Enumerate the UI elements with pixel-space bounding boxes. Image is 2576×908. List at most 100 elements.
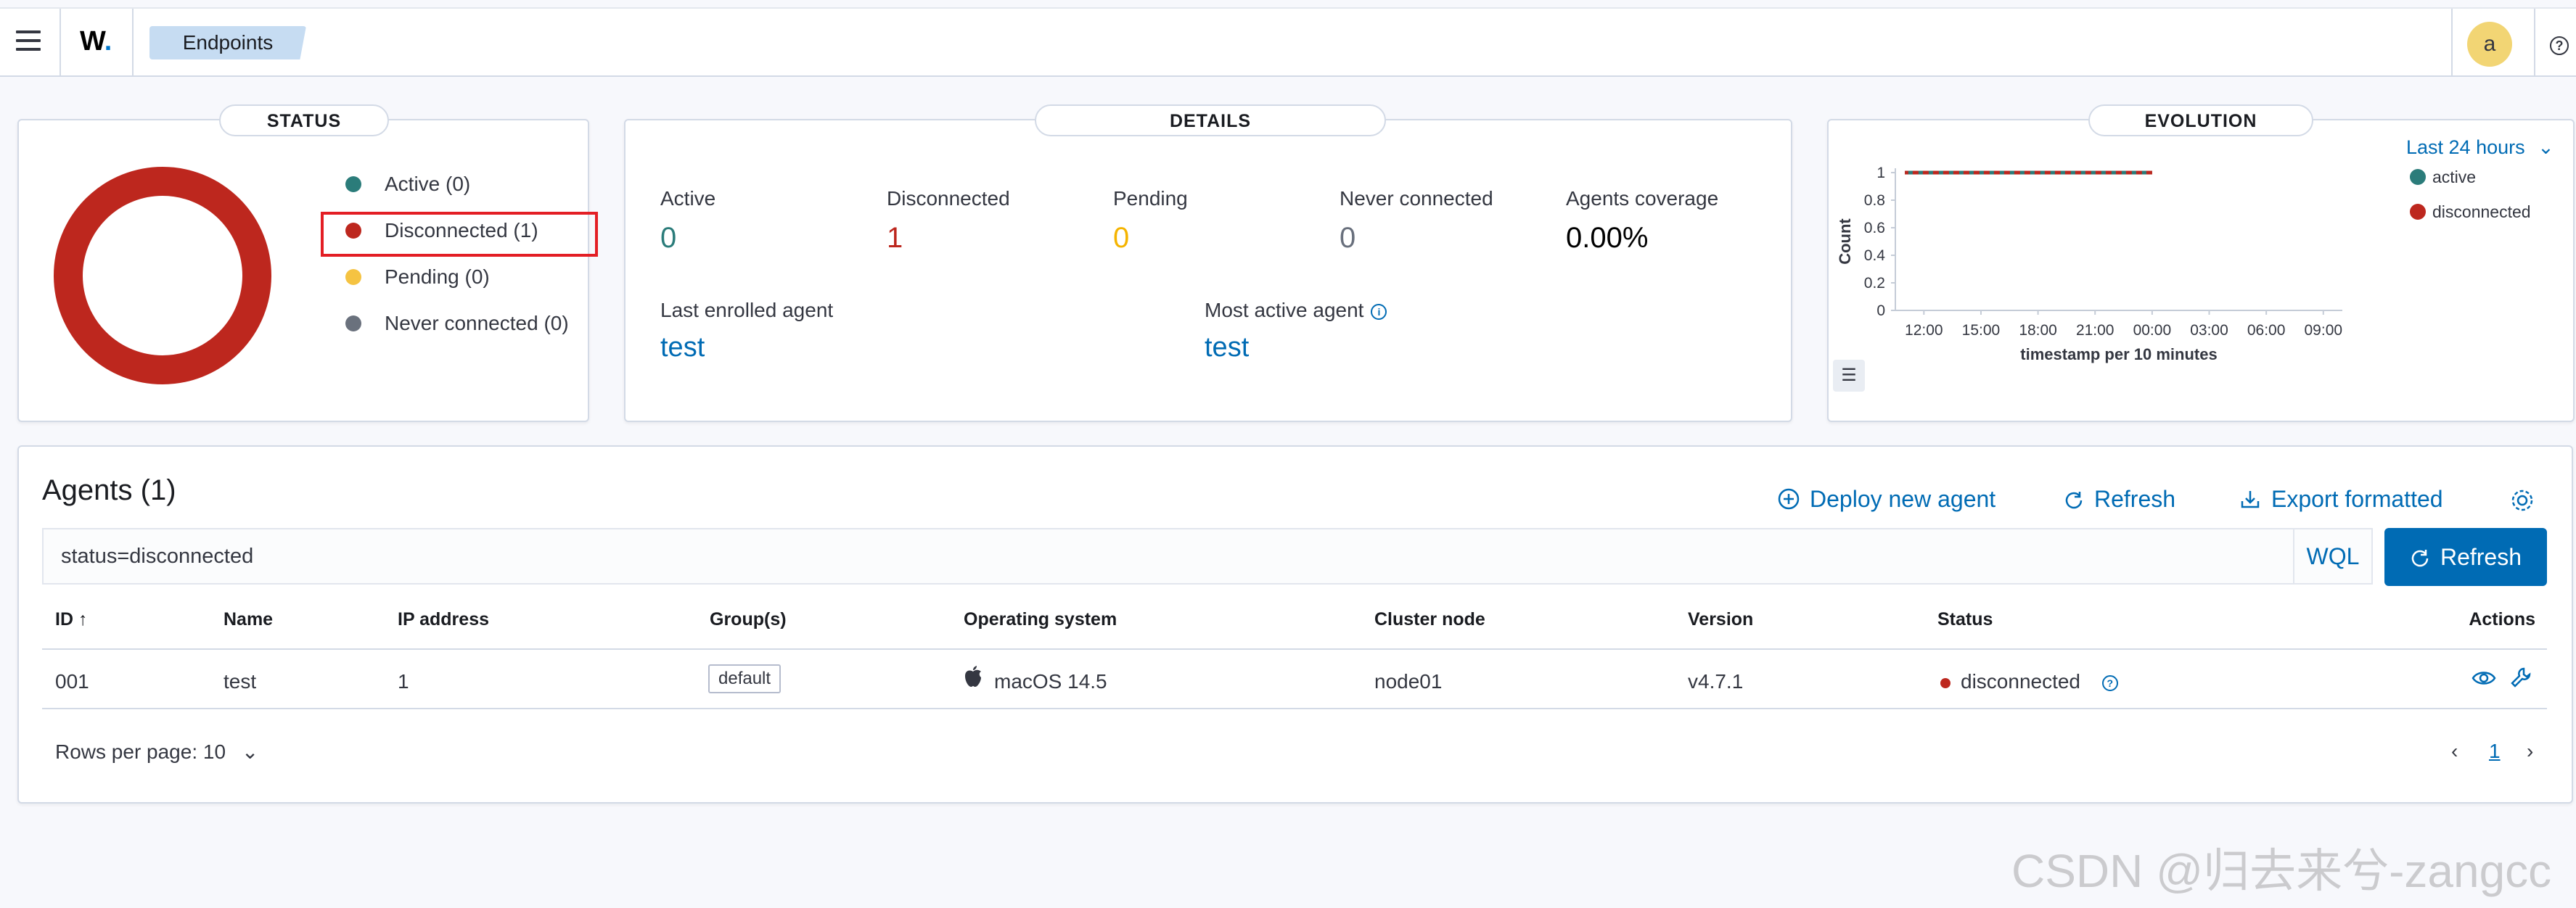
status-panel: STATUS Active (0) Disconnected (1) Pendi… <box>17 104 598 422</box>
stat-value-disconnected[interactable]: 1 <box>887 222 903 255</box>
chevron-down-icon: ⌄ <box>241 740 259 763</box>
cell-ip: 1 <box>398 670 409 693</box>
x-tick-label: 06:00 <box>2247 322 2286 339</box>
chevron-left-icon[interactable]: ‹ <box>2451 740 2458 763</box>
refresh-icon <box>2411 550 2429 567</box>
x-tick-label: 18:00 <box>2019 322 2057 339</box>
column-header-id[interactable]: ID ↑ <box>55 609 87 630</box>
breadcrumb-endpoints[interactable]: Endpoints <box>149 26 306 59</box>
last-enrolled-agent-link[interactable]: test <box>660 332 705 363</box>
stat-value-pending[interactable]: 0 <box>1113 222 1129 255</box>
divider <box>60 9 61 77</box>
x-tick-label: 21:00 <box>2076 322 2114 339</box>
x-tick-label: 03:00 <box>2190 322 2228 339</box>
column-header-version[interactable]: Version <box>1688 609 1753 630</box>
page-1-button[interactable]: 1 <box>2489 740 2501 763</box>
stat-value-active[interactable]: 0 <box>660 222 676 255</box>
help-icon[interactable]: ? <box>2550 36 2569 55</box>
avatar[interactable]: a <box>2467 22 2512 67</box>
x-tick-label: 15:00 <box>1962 322 2001 339</box>
legend-dot <box>345 176 361 192</box>
refresh-icon <box>2064 486 2084 513</box>
cell-name: test <box>223 670 257 693</box>
cell-id: 001 <box>55 670 89 693</box>
search-bar: WQL <box>42 528 2373 585</box>
watermark: CSDN @归去来兮-zangcc <box>2011 845 2552 897</box>
column-header-name[interactable]: Name <box>223 609 273 630</box>
stat-label-agents-coverage: Agents coverage <box>1566 187 1719 210</box>
x-tick-label: 09:00 <box>2305 322 2343 339</box>
cell-version: v4.7.1 <box>1688 670 1744 693</box>
deploy-new-agent-button[interactable]: Deploy new agent <box>1778 486 1995 513</box>
divider <box>42 648 2547 650</box>
cell-status: disconnected ? <box>1940 670 2118 693</box>
chevron-right-icon[interactable]: › <box>2527 740 2533 763</box>
rows-per-page-select[interactable]: Rows per page: 10 ⌄ <box>55 740 258 764</box>
export-formatted-button[interactable]: Export formatted <box>2239 486 2443 513</box>
wql-toggle[interactable]: WQL <box>2293 529 2371 583</box>
column-header-ip[interactable]: IP address <box>398 609 489 630</box>
y-axis-label: Count <box>1836 218 1854 265</box>
column-header-os[interactable]: Operating system <box>964 609 1117 630</box>
wrench-icon[interactable] <box>2509 666 2532 693</box>
group-badge[interactable]: default <box>708 664 782 693</box>
help-icon[interactable]: ? <box>2101 674 2118 691</box>
column-header-status[interactable]: Status <box>1937 609 1993 630</box>
evolution-chart: 0 0.2 0.4 0.6 0.8 1 12:00 15:00 18:00 21:00 00:00 0… <box>1836 165 2531 363</box>
refresh-button[interactable]: Refresh <box>2384 528 2547 586</box>
y-tick-label: 0.6 <box>1864 220 1885 236</box>
x-tick-label: 12:00 <box>1905 322 1943 339</box>
panel-title: DETAILS <box>1035 104 1386 136</box>
status-dot <box>1940 677 1951 688</box>
legend-toggle-icon[interactable]: ☰ <box>1833 360 1865 392</box>
info-icon[interactable]: i <box>1371 303 1387 320</box>
y-tick-label: 0.4 <box>1864 247 1886 264</box>
x-tick-label: 00:00 <box>2133 322 2172 339</box>
stat-label-disconnected: Disconnected <box>887 187 1010 210</box>
panel-title: STATUS <box>219 104 389 136</box>
legend-dot <box>345 315 361 331</box>
legend-dot <box>345 269 361 285</box>
stat-label-never-connected: Never connected <box>1340 187 1493 210</box>
divider <box>132 9 134 77</box>
cell-cluster-node: node01 <box>1374 670 1443 693</box>
gear-icon[interactable] <box>2509 487 2535 517</box>
search-input[interactable] <box>44 529 2271 583</box>
divider <box>2451 9 2453 77</box>
evolution-panel: EVOLUTION Last 24 hours ⌄ 0 0.2 0.4 0.6 0.8 1… <box>1827 104 2575 422</box>
stat-value-never-connected[interactable]: 0 <box>1340 222 1355 255</box>
y-tick-label: 1 <box>1876 165 1885 181</box>
apple-icon <box>964 666 983 693</box>
stat-label-active: Active <box>660 187 716 210</box>
legend-dot-disconnected <box>2410 204 2426 220</box>
top-bar: W. Endpoints a ? <box>0 7 2576 77</box>
export-icon <box>2239 486 2261 513</box>
column-header-cluster-node[interactable]: Cluster node <box>1374 609 1485 630</box>
legend-label-disconnected: disconnected <box>2432 202 2531 221</box>
details-panel: DETAILS Active 0 Disconnected 1 Pending … <box>624 104 1792 422</box>
app-logo[interactable]: W. <box>80 26 112 57</box>
divider <box>2534 9 2535 77</box>
red-highlight-box <box>321 212 598 257</box>
legend-dot-active <box>2410 169 2426 185</box>
x-axis-label: timestamp per 10 minutes <box>2020 345 2217 363</box>
refresh-link-button[interactable]: Refresh <box>2064 486 2175 513</box>
cell-os: macOS 14.5 <box>994 670 1107 693</box>
status-donut-chart <box>54 167 271 384</box>
legend-label-active: active <box>2432 168 2476 186</box>
eye-icon[interactable] <box>2472 669 2496 691</box>
y-tick-label: 0.8 <box>1864 192 1885 209</box>
last-enrolled-label: Last enrolled agent <box>660 299 834 321</box>
stat-label-pending: Pending <box>1113 187 1188 210</box>
plus-circle-icon <box>1778 486 1800 513</box>
y-tick-label: 0 <box>1876 302 1885 319</box>
menu-icon[interactable] <box>16 30 41 52</box>
stat-value-agents-coverage: 0.00% <box>1566 222 1649 254</box>
y-tick-label: 0.2 <box>1864 275 1885 292</box>
most-active-agent-link[interactable]: test <box>1205 332 1249 363</box>
column-header-actions: Actions <box>2469 609 2535 630</box>
agents-panel: Agents (1) Deploy new agent Refresh Expo… <box>17 445 2573 804</box>
column-header-groups[interactable]: Group(s) <box>710 609 787 630</box>
divider <box>42 708 2547 709</box>
agents-title: Agents (1) <box>42 474 176 506</box>
